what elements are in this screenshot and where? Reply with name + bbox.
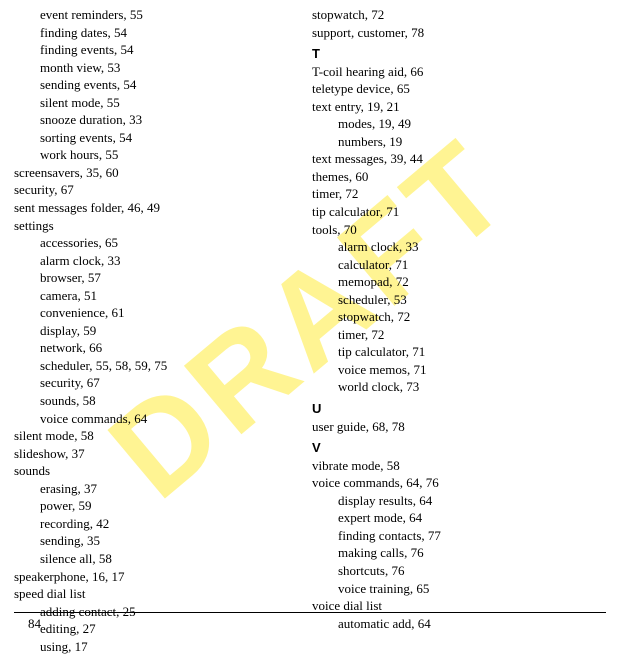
index-entry: teletype device, 65	[312, 80, 596, 98]
index-entry: text entry, 19, 21	[312, 98, 596, 116]
index-entry: adding contact, 25	[14, 603, 298, 621]
index-entry: sending, 35	[14, 532, 298, 550]
index-entry: voice memos, 71	[312, 361, 596, 379]
index-entry: slideshow, 37	[14, 445, 298, 463]
right-column: stopwatch, 72support, customer, 78TT-coi…	[308, 6, 606, 618]
index-entry: voice commands, 64, 76	[312, 474, 596, 492]
index-entry: scheduler, 55, 58, 59, 75	[14, 357, 298, 375]
index-page: event reminders, 55finding dates, 54find…	[0, 0, 620, 618]
index-entry: timer, 72	[312, 326, 596, 344]
index-entry: user guide, 68, 78	[312, 418, 596, 436]
index-entry: editing, 27	[14, 620, 298, 638]
index-entry: alarm clock, 33	[14, 252, 298, 270]
index-entry: calculator, 71	[312, 256, 596, 274]
index-entry: tip calculator, 71	[312, 343, 596, 361]
index-entry: silent mode, 55	[14, 94, 298, 112]
index-entry: recording, 42	[14, 515, 298, 533]
index-entry: T-coil hearing aid, 66	[312, 63, 596, 81]
index-entry: work hours, 55	[14, 146, 298, 164]
index-entry: settings	[14, 217, 298, 235]
index-entry: silent mode, 58	[14, 427, 298, 445]
index-entry: month view, 53	[14, 59, 298, 77]
index-entry: timer, 72	[312, 185, 596, 203]
index-entry: sending events, 54	[14, 76, 298, 94]
index-entry: erasing, 37	[14, 480, 298, 498]
index-entry: themes, 60	[312, 168, 596, 186]
index-entry: power, 59	[14, 497, 298, 515]
section-letter: V	[312, 439, 596, 457]
index-entry: network, 66	[14, 339, 298, 357]
index-entry: using, 17	[14, 638, 298, 655]
index-entry: numbers, 19	[312, 133, 596, 151]
index-entry: stopwatch, 72	[312, 6, 596, 24]
index-entry: text messages, 39, 44	[312, 150, 596, 168]
index-entry: security, 67	[14, 374, 298, 392]
index-entry: finding dates, 54	[14, 24, 298, 42]
index-entry: sounds	[14, 462, 298, 480]
index-entry: sorting events, 54	[14, 129, 298, 147]
index-entry: display results, 64	[312, 492, 596, 510]
index-entry: world clock, 73	[312, 378, 596, 396]
index-entry: speakerphone, 16, 17	[14, 568, 298, 586]
index-entry: convenience, 61	[14, 304, 298, 322]
index-entry: screensavers, 35, 60	[14, 164, 298, 182]
index-entry: display, 59	[14, 322, 298, 340]
index-entry: speed dial list	[14, 585, 298, 603]
index-entry: finding events, 54	[14, 41, 298, 59]
index-entry: memopad, 72	[312, 273, 596, 291]
index-entry: automatic add, 64	[312, 615, 596, 633]
index-entry: silence all, 58	[14, 550, 298, 568]
index-entry: scheduler, 53	[312, 291, 596, 309]
section-letter: U	[312, 400, 596, 418]
index-entry: sounds, 58	[14, 392, 298, 410]
index-entry: support, customer, 78	[312, 24, 596, 42]
index-entry: tools, 70	[312, 221, 596, 239]
index-entry: voice training, 65	[312, 580, 596, 598]
index-entry: camera, 51	[14, 287, 298, 305]
index-entry: browser, 57	[14, 269, 298, 287]
index-entry: modes, 19, 49	[312, 115, 596, 133]
index-entry: finding contacts, 77	[312, 527, 596, 545]
index-entry: vibrate mode, 58	[312, 457, 596, 475]
index-entry: snooze duration, 33	[14, 111, 298, 129]
index-entry: making calls, 76	[312, 544, 596, 562]
index-entry: expert mode, 64	[312, 509, 596, 527]
index-entry: security, 67	[14, 181, 298, 199]
index-entry: alarm clock, 33	[312, 238, 596, 256]
index-entry: shortcuts, 76	[312, 562, 596, 580]
index-entry: tip calculator, 71	[312, 203, 596, 221]
index-entry: accessories, 65	[14, 234, 298, 252]
section-letter: T	[312, 45, 596, 63]
index-entry: voice commands, 64	[14, 410, 298, 428]
index-entry: stopwatch, 72	[312, 308, 596, 326]
left-column: event reminders, 55finding dates, 54find…	[14, 6, 308, 618]
index-entry: sent messages folder, 46, 49	[14, 199, 298, 217]
index-entry: voice dial list	[312, 597, 596, 615]
index-entry: event reminders, 55	[14, 6, 298, 24]
